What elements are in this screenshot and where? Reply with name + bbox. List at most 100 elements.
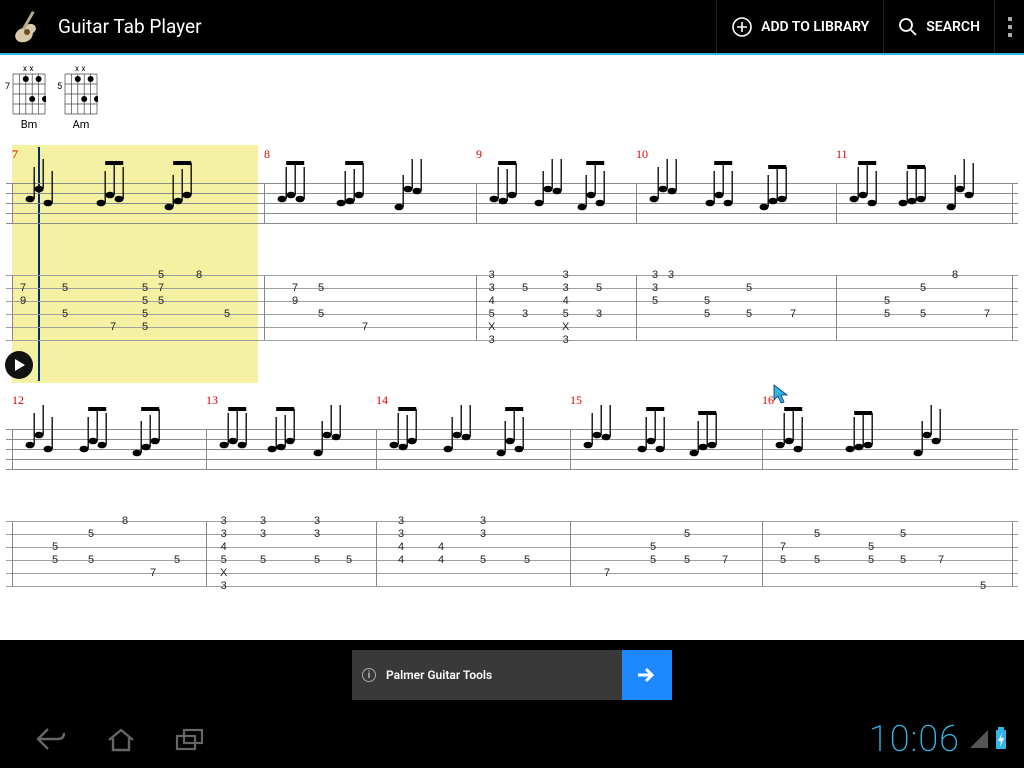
- note-group: [688, 405, 728, 485]
- tab-column: 53: [596, 269, 602, 347]
- note-group: [897, 159, 937, 239]
- note-group: [774, 405, 814, 485]
- barline: [636, 275, 637, 340]
- tab-column: 335: [260, 515, 266, 593]
- add-to-library-label: ADD TO LIBRARY: [761, 19, 869, 35]
- chord-diagram: xx 7 Bm: [12, 64, 46, 131]
- tab-column: 55: [900, 515, 906, 593]
- note-group: [848, 159, 888, 239]
- barline: [12, 183, 13, 223]
- note-group: [704, 159, 744, 239]
- barline: [762, 521, 763, 586]
- status-clock: 10:06: [869, 718, 960, 760]
- tab-column: 3345X3: [488, 269, 495, 347]
- note-group: [312, 405, 352, 485]
- barline: [206, 521, 207, 586]
- tab-column: 55: [920, 269, 926, 347]
- overflow-menu-button[interactable]: [994, 0, 1024, 53]
- tab-column: 55: [884, 269, 890, 347]
- add-to-library-button[interactable]: ADD TO LIBRARY: [716, 0, 883, 53]
- tab-column: 55: [650, 515, 656, 593]
- barline: [570, 429, 571, 469]
- tab-column: 5: [224, 269, 230, 347]
- note-group: [218, 405, 258, 485]
- tab-column: 5: [524, 515, 530, 593]
- note-group: [95, 159, 135, 239]
- barline: [1012, 275, 1013, 340]
- note-group: [582, 405, 622, 485]
- tab-column: 44: [438, 515, 444, 593]
- note-group: [276, 159, 316, 239]
- barline: [476, 183, 477, 223]
- ad-info-icon: i: [362, 668, 376, 682]
- tab-column: 55: [868, 515, 874, 593]
- barline: [12, 521, 13, 586]
- tab-column: 55: [62, 269, 68, 347]
- note-group: [163, 159, 203, 239]
- note-group: [495, 405, 535, 485]
- note-group: [636, 405, 676, 485]
- app-title: Guitar Tab Player: [58, 15, 716, 38]
- search-label: SEARCH: [926, 19, 980, 35]
- bar-number: 15: [570, 393, 582, 408]
- bar-number: 10: [636, 147, 648, 162]
- tab-column: 7: [604, 515, 610, 593]
- ad-banner[interactable]: i Palmer Guitar Tools: [352, 650, 672, 700]
- tab-column: 79: [292, 269, 298, 347]
- tab-column: 55: [52, 515, 58, 593]
- tab-column: 7: [110, 269, 116, 347]
- chord-diagram-row: xx 7 Bm xx 5: [0, 55, 1024, 137]
- ad-go-button[interactable]: [622, 650, 672, 700]
- tab-column: 335: [480, 515, 486, 593]
- note-group: [393, 159, 433, 239]
- score-view[interactable]: xx 7 Bm xx 5: [0, 55, 1024, 640]
- bar-number: 9: [476, 147, 482, 162]
- tab-column: 55: [684, 515, 690, 593]
- barline: [762, 429, 763, 469]
- barline: [12, 429, 13, 469]
- note-group: [266, 405, 306, 485]
- tab-column: 75: [780, 515, 786, 593]
- play-button[interactable]: [5, 351, 33, 379]
- tab-column: 8: [122, 515, 128, 593]
- tab-column: 335: [652, 269, 658, 347]
- tab-column: 5: [174, 515, 180, 593]
- note-group: [335, 159, 375, 239]
- notation-staff: [6, 399, 1018, 509]
- tab-column: 3: [668, 269, 674, 347]
- tab-column: 53: [522, 269, 528, 347]
- app-logo-icon: [10, 7, 50, 47]
- note-group: [576, 159, 616, 239]
- tab-column: 7: [984, 269, 990, 347]
- music-system: 79557555557585795573345X3533345X35333535…: [6, 153, 1018, 355]
- notation-staff: [6, 153, 1018, 263]
- barline: [376, 521, 377, 586]
- tab-column: 55: [88, 515, 94, 593]
- tab-column: 55: [318, 269, 324, 347]
- barline: [1012, 429, 1013, 469]
- home-button[interactable]: [86, 725, 156, 753]
- mouse-cursor-icon: [773, 384, 791, 406]
- tab-staff: 79557555557585795573345X3533345X35333535…: [6, 275, 1018, 355]
- note-group: [488, 159, 528, 239]
- bar-number: 14: [376, 393, 388, 408]
- chord-diagram: xx 5 Am: [64, 64, 98, 131]
- tab-column: 7: [938, 515, 944, 593]
- tab-column: 7: [722, 515, 728, 593]
- ad-bar: i Palmer Guitar Tools: [0, 640, 1024, 710]
- search-button[interactable]: SEARCH: [883, 0, 994, 53]
- note-group: [78, 405, 118, 485]
- back-button[interactable]: [16, 725, 86, 753]
- tab-column: 8: [196, 269, 202, 347]
- recents-button[interactable]: [156, 726, 226, 752]
- note-group: [131, 405, 171, 485]
- note-group: [442, 405, 482, 485]
- bar-number: 13: [206, 393, 218, 408]
- tab-column: 8: [952, 269, 958, 347]
- barline: [570, 521, 571, 586]
- tab-column: 7: [790, 269, 796, 347]
- ad-text: Palmer Guitar Tools: [386, 668, 492, 682]
- tab-column: 3345X3: [562, 269, 569, 347]
- note-group: [533, 159, 573, 239]
- note-group: [24, 159, 64, 239]
